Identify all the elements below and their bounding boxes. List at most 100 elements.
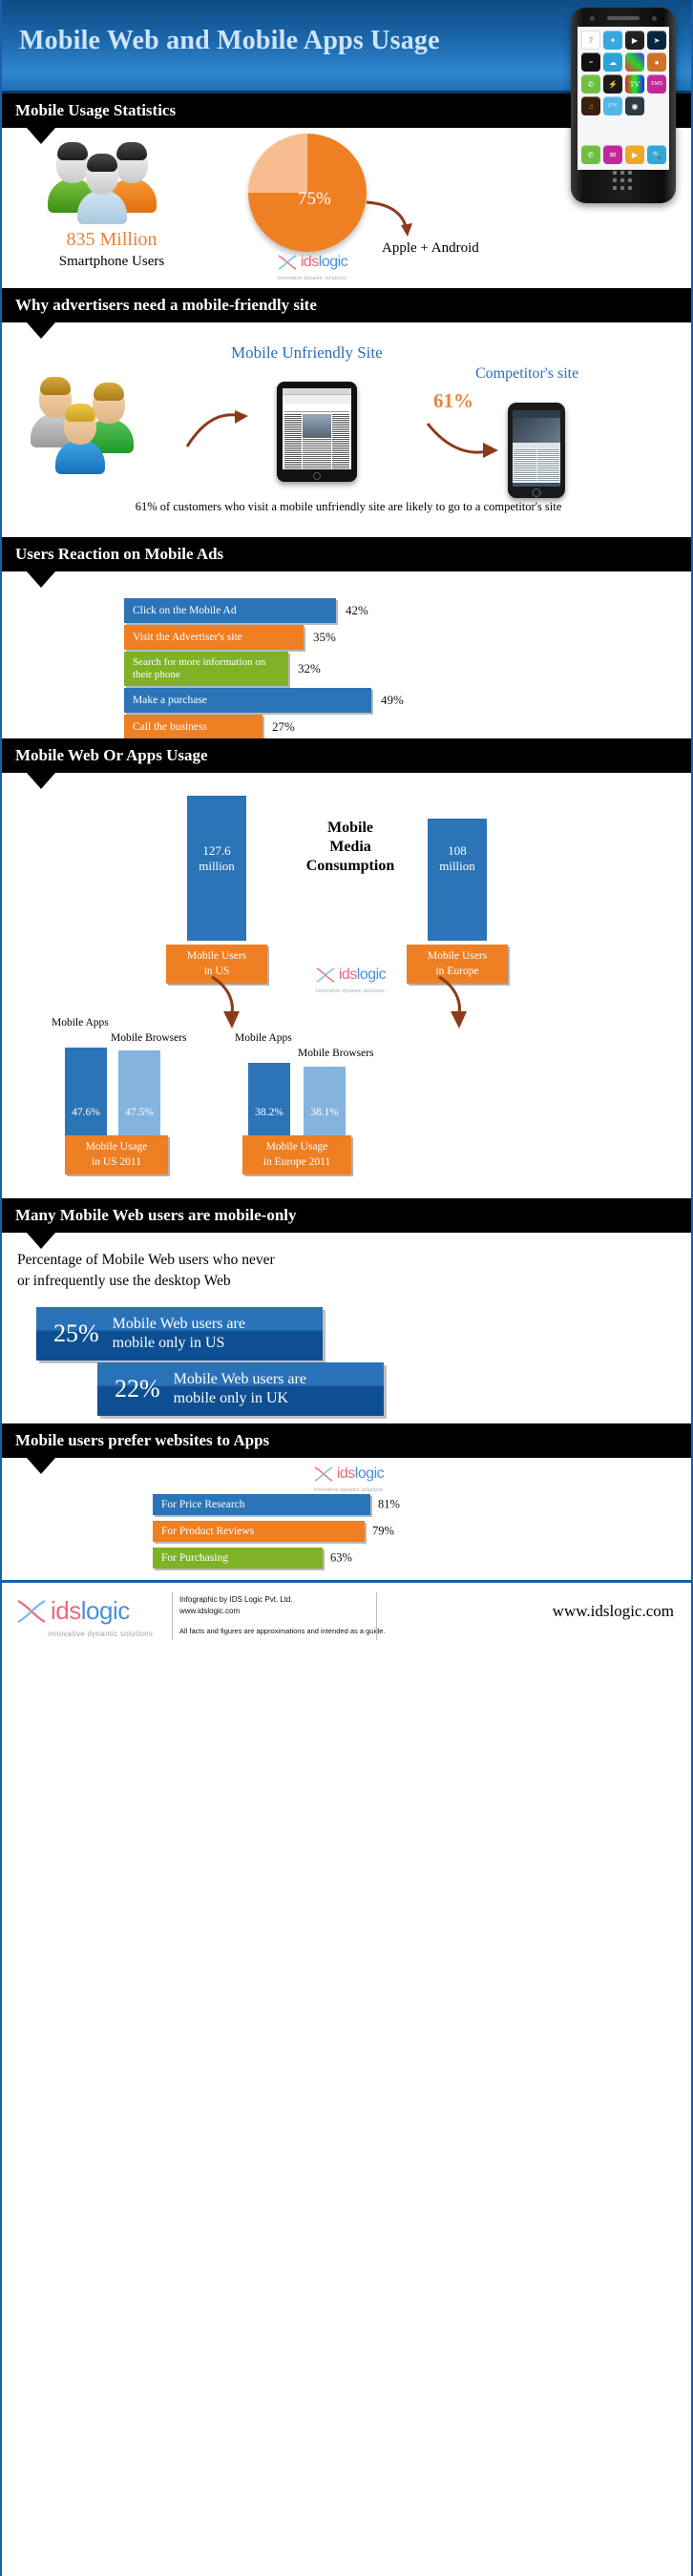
prefer-bar-row: For Price Research 81% [153, 1494, 400, 1515]
reaction-bar: Click on the Mobile Ad [124, 598, 336, 623]
prefer-bar: For Product Reviews [153, 1521, 365, 1542]
logo-tagline: innovative dynamic solutions [277, 276, 347, 281]
reaction-bar-row: Click on the Mobile Ad 42% [124, 598, 368, 623]
eu-users-box-line1: Mobile Users [427, 950, 488, 962]
music-icon: ♫ [581, 96, 600, 115]
mobile-only-us-text: Mobile Web users are mobile only in US [113, 1315, 245, 1354]
reaction-bar-value: 42% [346, 603, 368, 617]
section-title: Mobile Usage Statistics [15, 101, 177, 119]
reaction-bar-value: 35% [313, 630, 336, 644]
infographic-page: Mobile Web and Mobile Apps Usage 7 ✦ ▶ ➤… [0, 0, 693, 2576]
prefer-bar-value: 79% [372, 1524, 394, 1538]
arrow-customers-to-tablet-icon [185, 410, 248, 447]
mobile-only-uk-percent: 22% [115, 1375, 160, 1402]
tv-icon: TV [625, 74, 644, 93]
section-title: Mobile Web Or Apps Usage [15, 746, 208, 764]
eu-usage-box-line2: in Europe 2011 [262, 1155, 331, 1168]
arrow-tablet-to-competitor-icon [426, 423, 498, 458]
us-users-box-line1: Mobile Users [186, 950, 247, 962]
idslogic-logo-watermark: idslogic innovative dynamic solutions [260, 254, 365, 281]
us-browsers-label: Mobile Browsers [111, 1032, 187, 1044]
footer-company: Infographic by IDS Logic Pvt. Ltd. [179, 1595, 293, 1604]
competitor-site-screen [513, 410, 560, 487]
footer-url[interactable]: www.idslogic.com [553, 1602, 674, 1621]
logo-tagline: innovative dynamic solutions [313, 1487, 384, 1493]
mobile-only-us-line2: mobile only in US [112, 1335, 225, 1351]
eu-usage-box-line1: Mobile Usage [265, 1141, 328, 1153]
navigation-icon: ➤ [647, 31, 666, 50]
section-why-advertisers: Mobile Unfriendly Site Competitor's site… [2, 322, 691, 537]
prefer-bar: For Purchasing [153, 1548, 323, 1568]
smartphone-platform-pie-chart: 75% [248, 134, 370, 256]
us-browsers-bar: 47.5% [118, 1050, 160, 1135]
section-title: Why advertisers need a mobile-friendly s… [15, 296, 317, 314]
prefer-bar-row: For Purchasing 63% [153, 1548, 352, 1568]
competitor-phone-icon [508, 403, 565, 498]
conversion-percent: 61% [433, 389, 473, 412]
prefer-bar-label: For Purchasing [161, 1552, 228, 1564]
search-icon: 🔍 [647, 145, 666, 164]
customers-group-icon [31, 377, 155, 474]
reaction-bar-label: Visit the Advertiser's site [133, 632, 242, 643]
smartphone-users-number: 835 Million [66, 229, 158, 250]
eu-browsers-value: 38.1% [310, 1107, 339, 1118]
reaction-bar-label: Call the business [133, 721, 207, 733]
prefer-bar-row: For Product Reviews 79% [153, 1521, 394, 1542]
calendar-icon: 7 [581, 31, 600, 50]
footer-logo-tagline: innovative dynamic solutions [48, 1629, 154, 1638]
mobile-only-us-percent: 25% [53, 1319, 99, 1347]
reaction-bar-value: 27% [272, 719, 295, 734]
smartphone-users-label: Smartphone Users [58, 254, 165, 269]
eu-browsers-label: Mobile Browsers [298, 1048, 374, 1059]
eu-usage-box: Mobile Usage in Europe 2011 [242, 1135, 351, 1175]
tablet-screen-newspaper [283, 388, 351, 469]
section-title: Users Reaction on Mobile Ads [15, 545, 224, 563]
idslogic-mark-icon [277, 254, 298, 271]
eu-apps-value: 38.2% [255, 1107, 284, 1118]
eu-apps-bar: 38.2% [248, 1063, 290, 1135]
mobile-only-uk-text: Mobile Web users are mobile only in UK [174, 1370, 306, 1409]
section-mobile-only: Percentage of Mobile Web users who never… [2, 1233, 691, 1423]
advertisers-caption: 61% of customers who visit a mobile unfr… [135, 500, 562, 513]
gallery-icon [625, 52, 644, 72]
us-media-bar: 127.6 million [187, 796, 246, 941]
page-title: Mobile Web and Mobile Apps Usage [19, 26, 440, 55]
mmc-line1: Mobile [327, 820, 373, 836]
mobile-only-uk-line2: mobile only in UK [173, 1390, 289, 1406]
reaction-bar: Visit the Advertiser's site [124, 625, 304, 650]
eu-media-bar: 108 million [428, 819, 487, 941]
mobile-only-us-card: 25% Mobile Web users are mobile only in … [36, 1307, 323, 1361]
calculator-icon: = [581, 52, 600, 72]
idslogic-mark-icon [15, 1598, 48, 1625]
us-browsers-value: 47.5% [125, 1107, 154, 1118]
reaction-bar-row: Make a purchase 49% [124, 688, 404, 713]
power-icon: ⚡ [603, 74, 622, 93]
eu-media-unit: million [439, 859, 475, 873]
weather-icon: 27°C [603, 96, 622, 115]
logo-logic: logic [356, 966, 387, 983]
reaction-bar-row: Visit the Advertiser's site 35% [124, 625, 336, 650]
mmc-line3: Consumption [305, 858, 395, 874]
mobile-only-uk-line1: Mobile Web users are [173, 1370, 306, 1387]
mail-icon: ✉ [603, 145, 622, 164]
section-mobile-web-or-apps: 127.6 million Mobile Users in US Mobile … [2, 773, 691, 1175]
us-media-value: 127.6 [202, 843, 231, 858]
us-apps-label: Mobile Apps [52, 1017, 109, 1028]
footer-company-info: Infographic by IDS Logic Pvt. Ltd. www.i… [179, 1594, 293, 1616]
phone-call-icon: ✆ [581, 145, 600, 164]
us-apps-bar: 47.6% [65, 1048, 107, 1135]
pie-value-label: 75% [298, 189, 331, 209]
arrow-us-down-icon [211, 975, 240, 1028]
phone-home-button-icon [613, 171, 634, 192]
phone-dock: ✆ ✉ ▶ 🔍 [578, 141, 669, 170]
arrow-to-platforms-icon [366, 200, 412, 237]
prefer-bar-value: 81% [378, 1497, 400, 1511]
section-header-mobile-only: Many Mobile Web users are mobile-only [2, 1198, 691, 1249]
section-users-reaction: Click on the Mobile Ad 42% Visit the Adv… [2, 571, 691, 739]
prefer-bar-value: 63% [330, 1550, 352, 1565]
reaction-bar-label: Search for more information on their pho… [133, 656, 266, 680]
empty-slot-icon [647, 96, 666, 115]
reaction-bar: Make a purchase [124, 688, 371, 713]
reaction-bar: Call the business [124, 715, 262, 739]
prefer-bar-label: For Price Research [161, 1499, 245, 1510]
